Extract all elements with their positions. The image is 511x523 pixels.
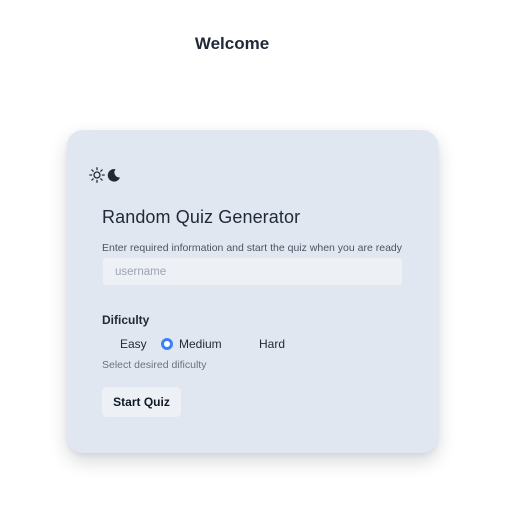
radio-label-hard: Hard xyxy=(259,337,286,351)
radio-label-medium: Medium xyxy=(179,337,222,351)
page-title: Welcome xyxy=(194,34,270,53)
difficulty-option-easy[interactable]: Easy xyxy=(102,335,147,353)
quiz-card: Random Quiz Generator Enter required inf… xyxy=(67,130,438,453)
start-quiz-button[interactable]: Start Quiz xyxy=(102,387,181,417)
radio-easy[interactable] xyxy=(102,338,114,350)
radio-medium[interactable] xyxy=(161,338,173,350)
difficulty-option-hard[interactable]: Hard xyxy=(241,335,285,353)
sun-icon xyxy=(89,167,105,183)
difficulty-option-medium[interactable]: Medium xyxy=(161,335,222,353)
moon-icon xyxy=(106,168,121,183)
difficulty-radio-group: Easy Medium Hard xyxy=(102,335,362,353)
difficulty-helper-text: Select desired dificulty xyxy=(102,359,207,371)
card-subtitle: Enter required information and start the… xyxy=(102,242,403,254)
card-title: Random Quiz Generator xyxy=(102,207,301,227)
radio-hard[interactable] xyxy=(241,338,253,350)
difficulty-label: Dificulty xyxy=(102,313,150,327)
radio-label-easy: Easy xyxy=(120,337,147,351)
username-input[interactable] xyxy=(102,257,403,286)
theme-toggle[interactable] xyxy=(89,166,123,184)
